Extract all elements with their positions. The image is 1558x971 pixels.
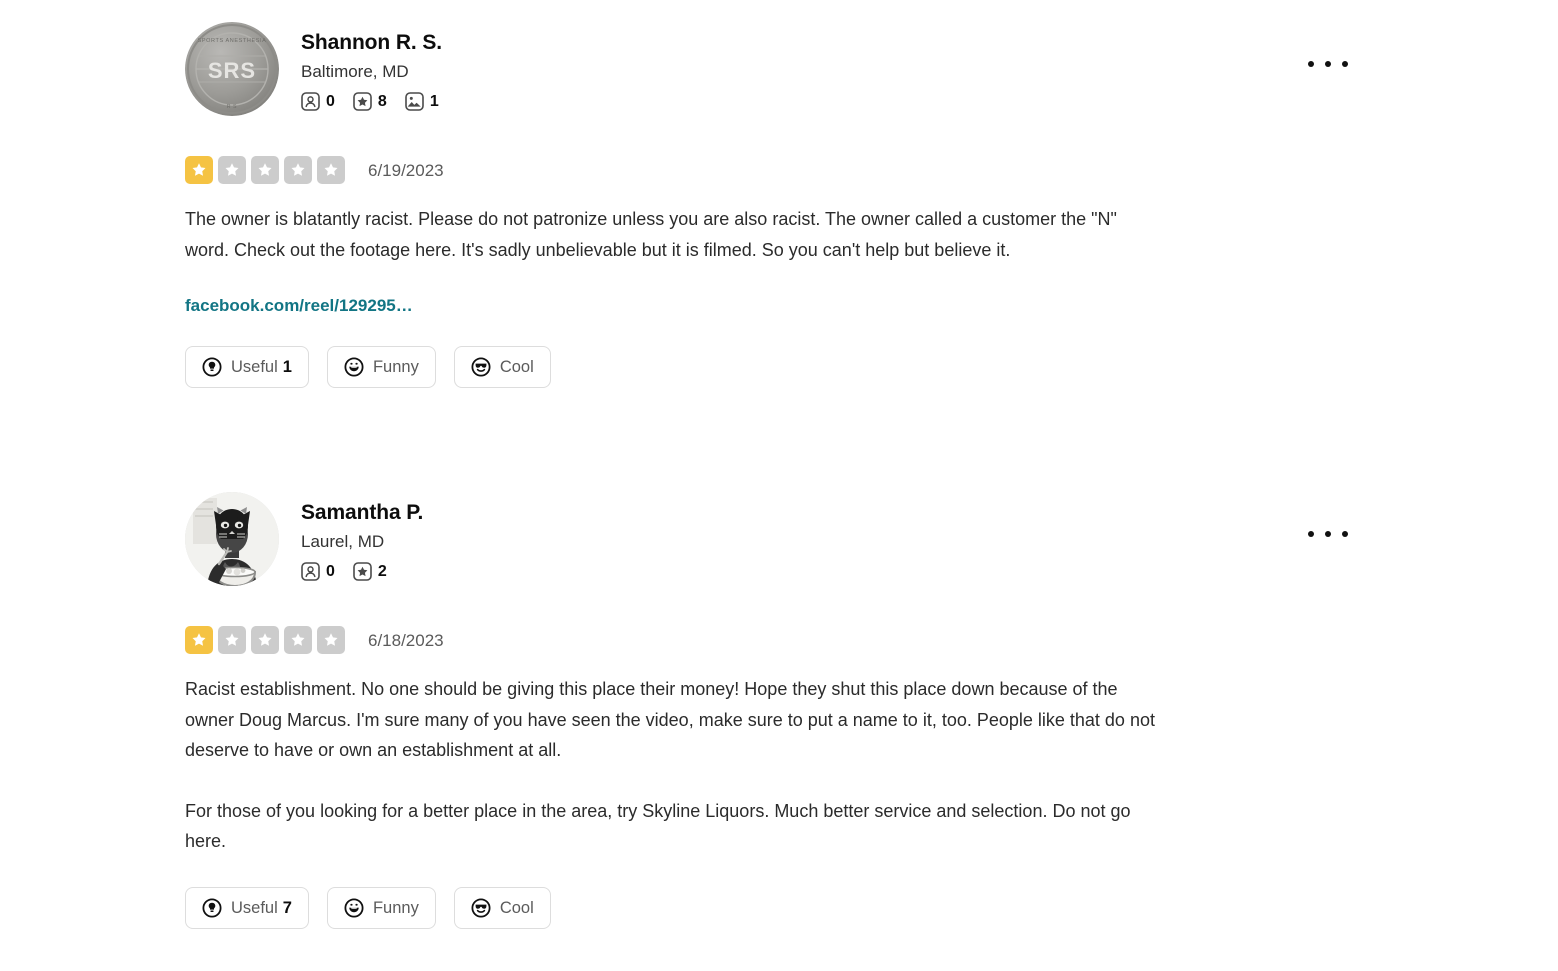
rating-row: 6/19/2023 (185, 156, 1315, 184)
useful-bulb-icon (202, 357, 222, 377)
cool-label: Cool (499, 898, 534, 917)
review-actions: Useful 7 Funny Cool (185, 886, 1315, 929)
star-2 (218, 626, 246, 654)
user-stats: 0 8 1 (301, 92, 457, 111)
funny-button[interactable]: Funny (326, 346, 436, 388)
review-external-link[interactable]: facebook.com/reel/129295… (185, 296, 413, 316)
useful-label: Useful (231, 898, 278, 917)
funny-smile-icon (344, 897, 364, 918)
svg-text:SRS: SRS (208, 58, 256, 83)
photos-icon (405, 92, 424, 111)
ellipsis-dot-icon (1342, 61, 1348, 67)
funny-button[interactable]: Funny (326, 886, 436, 929)
review-date: 6/19/2023 (368, 160, 444, 180)
cool-button[interactable]: Cool (453, 886, 551, 929)
useful-button[interactable]: Useful 1 (185, 346, 309, 388)
funny-smile-icon (344, 357, 364, 377)
useful-label: Useful (231, 358, 278, 376)
review-paragraph: For those of you looking for a better pl… (185, 800, 1131, 852)
funny-label: Funny (372, 358, 419, 376)
cool-sunglasses-icon (471, 357, 491, 377)
cool-label: Cool (499, 358, 534, 376)
star-rating[interactable] (185, 156, 350, 184)
ellipsis-dot-icon (1325, 531, 1331, 537)
star-3 (251, 626, 279, 654)
user-stats: 0 2 (301, 562, 423, 581)
stat-friends: 0 (301, 562, 335, 581)
stat-photos: 1 (405, 92, 439, 111)
cool-sunglasses-icon (471, 897, 491, 918)
review-paragraph: Racist establishment. No one should be g… (185, 679, 1155, 760)
star-4 (284, 626, 312, 654)
review-actions: Useful 1 Funny Cool (185, 346, 1315, 388)
user-location: Laurel, MD (301, 532, 385, 551)
ellipsis-dot-icon (1308, 531, 1314, 537)
star-5 (317, 626, 345, 654)
avatar[interactable]: SRS SPORTS ANESTHESIA R S (185, 22, 279, 116)
stat-reviews: 2 (353, 562, 387, 581)
avatar[interactable] (185, 492, 279, 586)
review-body: The owner is blatantly racist. Please do… (185, 204, 1160, 316)
stat-friends-value: 0 (326, 562, 335, 580)
svg-text:SPORTS ANESTHESIA: SPORTS ANESTHESIA (198, 38, 267, 44)
review-paragraph: The owner is blatantly racist. Please do… (185, 209, 1117, 260)
star-5 (317, 156, 345, 184)
star-2 (218, 156, 246, 184)
reviews-star-icon (353, 92, 372, 111)
ellipsis-dot-icon (1308, 61, 1314, 67)
cool-button[interactable]: Cool (453, 346, 551, 388)
star-rating[interactable] (185, 626, 350, 654)
reviews-page: SRS SPORTS ANESTHESIA R S Shannon R. S. … (0, 0, 1558, 971)
ellipsis-dot-icon (1342, 531, 1348, 537)
review-body: Racist establishment. No one should be g… (185, 674, 1160, 857)
star-1 (185, 626, 213, 654)
stat-reviews-value: 8 (377, 92, 387, 110)
user-name[interactable]: Shannon R. S. (301, 30, 457, 56)
ellipsis-dot-icon (1325, 61, 1331, 67)
star-4 (284, 156, 312, 184)
friends-icon (301, 562, 320, 581)
more-options-button[interactable] (1304, 50, 1352, 78)
useful-button[interactable]: Useful 7 (185, 886, 309, 929)
useful-bulb-icon (202, 897, 222, 918)
rating-row: 6/18/2023 (185, 626, 1315, 654)
review-card: Samantha P. Laurel, MD 0 2 6/18/2023 Rac… (185, 492, 1348, 929)
user-location: Baltimore, MD (301, 62, 409, 81)
stat-reviews-value: 2 (377, 562, 387, 580)
stat-friends-value: 0 (326, 92, 335, 110)
stat-photos-value: 1 (429, 92, 439, 110)
friends-icon (301, 92, 320, 111)
stat-reviews: 8 (353, 92, 387, 111)
review-header: SRS SPORTS ANESTHESIA R S Shannon R. S. … (185, 22, 1348, 116)
review-header: Samantha P. Laurel, MD 0 2 (185, 492, 1348, 586)
useful-count: 1 (282, 358, 292, 376)
star-1 (185, 156, 213, 184)
review-date: 6/18/2023 (368, 630, 444, 650)
user-name[interactable]: Samantha P. (301, 500, 423, 526)
reviews-star-icon (353, 562, 372, 581)
stat-friends: 0 (301, 92, 335, 111)
star-3 (251, 156, 279, 184)
user-info: Shannon R. S. Baltimore, MD 0 8 1 (301, 22, 457, 111)
funny-label: Funny (372, 898, 419, 917)
svg-text:R S: R S (227, 104, 237, 110)
useful-count: 7 (282, 898, 292, 917)
more-options-button[interactable] (1304, 520, 1352, 548)
user-info: Samantha P. Laurel, MD 0 2 (301, 492, 423, 581)
review-card: SRS SPORTS ANESTHESIA R S Shannon R. S. … (185, 22, 1348, 388)
